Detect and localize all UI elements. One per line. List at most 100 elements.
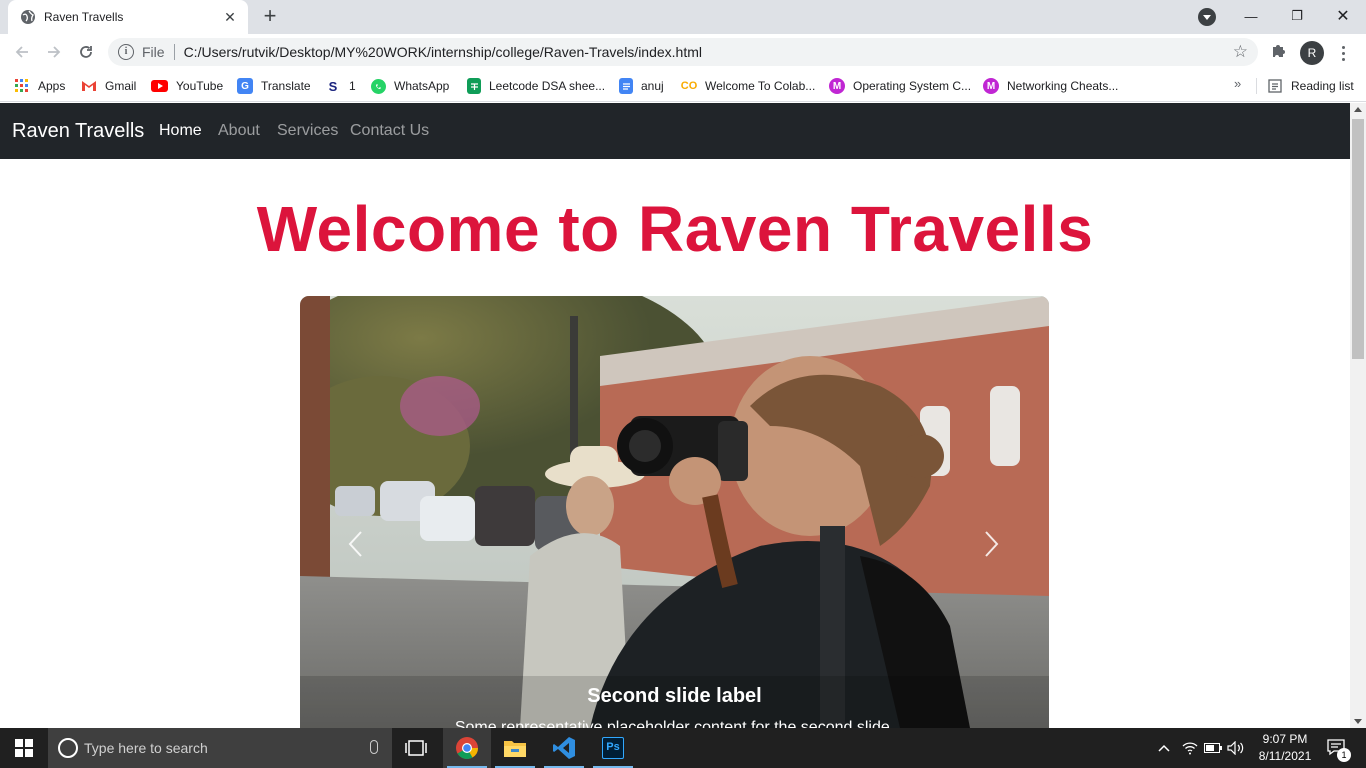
- m-icon: M: [829, 78, 845, 94]
- bookmark-label: Apps: [38, 79, 66, 93]
- extensions-puzzle-icon[interactable]: [1270, 43, 1286, 64]
- taskbar-search-box[interactable]: Type here to search: [48, 728, 392, 768]
- browser-toolbar: i File C:/Users/rutvik/Desktop/MY%20WORK…: [0, 34, 1366, 70]
- site-brand[interactable]: Raven Travells: [12, 120, 144, 143]
- window-close-button[interactable]: ✕: [1320, 0, 1366, 32]
- bookmarks-divider: [1256, 78, 1257, 94]
- taskbar-clock[interactable]: 9:07 PM 8/11/2021: [1248, 731, 1322, 765]
- browser-tab[interactable]: Raven Travells ✕: [8, 0, 248, 34]
- gmail-icon: [81, 78, 97, 94]
- taskbar-chrome[interactable]: [443, 728, 491, 768]
- bookmark-colab[interactable]: CO Welcome To Colab...: [680, 77, 816, 95]
- url-divider: [173, 44, 175, 60]
- tab-close-icon[interactable]: ✕: [222, 9, 238, 26]
- minimize-button[interactable]: —: [1228, 0, 1274, 32]
- address-bar[interactable]: i File C:/Users/rutvik/Desktop/MY%20WORK…: [108, 38, 1258, 66]
- battery-icon[interactable]: [1203, 728, 1223, 768]
- bookmark-label: anuj: [641, 79, 664, 93]
- bookmark-networking[interactable]: M Networking Cheats...: [983, 77, 1118, 95]
- bookmark-label: WhatsApp: [394, 79, 450, 93]
- bookmark-s[interactable]: S 1: [325, 77, 356, 95]
- photoshop-icon: Ps: [602, 737, 624, 759]
- bookmarks-more-button[interactable]: »: [1234, 76, 1241, 91]
- bookmark-apps[interactable]: Apps: [14, 77, 65, 95]
- bookmark-gmail[interactable]: Gmail: [81, 77, 136, 95]
- windows-logo-icon: [15, 739, 33, 757]
- taskbar-photoshop[interactable]: Ps: [589, 728, 637, 768]
- task-view-button[interactable]: [392, 728, 440, 768]
- scrollbar-thumb[interactable]: [1352, 119, 1364, 359]
- new-tab-button[interactable]: +: [258, 5, 282, 29]
- bookmark-label: Gmail: [105, 79, 137, 93]
- bookmark-label: Welcome To Colab...: [705, 79, 816, 93]
- nav-link-contact-us[interactable]: Contact Us: [350, 122, 429, 140]
- notification-count-badge: 1: [1337, 748, 1351, 762]
- carousel-slide-image: [300, 296, 1049, 728]
- colab-icon: CO: [680, 80, 698, 92]
- bookmark-label: 1: [349, 79, 356, 93]
- forward-arrow-icon[interactable]: [42, 40, 66, 64]
- bookmark-star-icon[interactable]: ☆: [1233, 42, 1248, 62]
- bookmark-label: Leetcode DSA shee...: [489, 79, 606, 93]
- windows-taskbar: Type here to search Ps 9:07 PM 8/11/2021…: [0, 728, 1366, 768]
- file-explorer-icon: [504, 741, 526, 757]
- profile-avatar[interactable]: R: [1300, 41, 1324, 65]
- bookmark-label: Networking Cheats...: [1007, 79, 1119, 93]
- image-carousel: Second slide label Some representative p…: [300, 296, 1049, 728]
- page-title: Welcome to Raven Travells: [256, 193, 1094, 265]
- bookmark-leetcode[interactable]: Leetcode DSA shee...: [467, 77, 605, 95]
- chevron-right-icon: [985, 531, 999, 557]
- bookmark-youtube[interactable]: YouTube: [151, 77, 223, 95]
- tray-overflow-chevron-icon[interactable]: [1154, 728, 1174, 768]
- volume-icon[interactable]: [1226, 728, 1246, 768]
- back-arrow-icon[interactable]: [10, 40, 34, 64]
- globe-icon: [20, 9, 36, 25]
- scroll-down-icon[interactable]: [1354, 719, 1362, 724]
- wifi-icon[interactable]: [1180, 728, 1200, 768]
- clock-time: 9:07 PM: [1262, 732, 1308, 746]
- url-text[interactable]: C:/Users/rutvik/Desktop/MY%20WORK/intern…: [184, 44, 702, 60]
- apps-grid-icon: [14, 78, 30, 94]
- youtube-icon: [151, 80, 168, 92]
- reading-list-icon: [1267, 78, 1283, 94]
- scroll-up-icon[interactable]: [1354, 107, 1362, 112]
- start-button[interactable]: [0, 728, 48, 768]
- task-view-icon: [405, 740, 427, 756]
- browser-tab-strip: Raven Travells ✕ + — ❐ ✕: [0, 0, 1366, 34]
- bookmarks-bar: Apps Gmail YouTube G Translate S 1 Whats…: [0, 70, 1366, 102]
- bookmark-anuj[interactable]: anuj: [619, 77, 664, 95]
- carousel-next-button[interactable]: [977, 524, 1007, 564]
- translate-icon: G: [237, 78, 253, 94]
- taskbar-file-explorer[interactable]: [491, 728, 539, 768]
- vscode-icon: [553, 737, 575, 759]
- reload-icon[interactable]: [74, 40, 98, 64]
- whatsapp-icon: [371, 78, 386, 94]
- chevron-left-icon: [348, 531, 362, 557]
- microphone-icon[interactable]: [370, 740, 378, 754]
- nav-link-about[interactable]: About: [218, 122, 260, 140]
- site-info-icon[interactable]: i: [118, 44, 134, 60]
- page-scrollbar[interactable]: [1350, 103, 1366, 728]
- chrome-icon: [456, 737, 478, 759]
- carousel-prev-button[interactable]: [340, 524, 370, 564]
- taskbar-vscode[interactable]: [540, 728, 588, 768]
- site-navbar: Raven Travells Home About Services Conta…: [0, 103, 1350, 159]
- bookmark-label: Translate: [261, 79, 311, 93]
- nav-link-services[interactable]: Services: [277, 122, 338, 140]
- cortana-icon: [58, 738, 78, 758]
- notifications-button[interactable]: 1: [1322, 728, 1352, 768]
- carousel-caption-label: Second slide label: [587, 685, 762, 707]
- browser-menu-icon[interactable]: [1338, 41, 1348, 65]
- nav-link-home[interactable]: Home: [159, 122, 202, 140]
- restore-button[interactable]: ❐: [1274, 0, 1320, 32]
- sheets-icon: [467, 78, 481, 94]
- bookmark-label: YouTube: [176, 79, 224, 93]
- docs-icon: [619, 78, 633, 94]
- bookmark-operating-system[interactable]: M Operating System C...: [829, 77, 971, 95]
- bookmark-whatsapp[interactable]: WhatsApp: [371, 77, 449, 95]
- reading-list-label: Reading list: [1291, 79, 1354, 93]
- url-scheme: File: [142, 44, 165, 60]
- tab-search-icon[interactable]: [1198, 8, 1216, 26]
- reading-list[interactable]: Reading list: [1267, 77, 1354, 95]
- bookmark-translate[interactable]: G Translate: [237, 77, 311, 95]
